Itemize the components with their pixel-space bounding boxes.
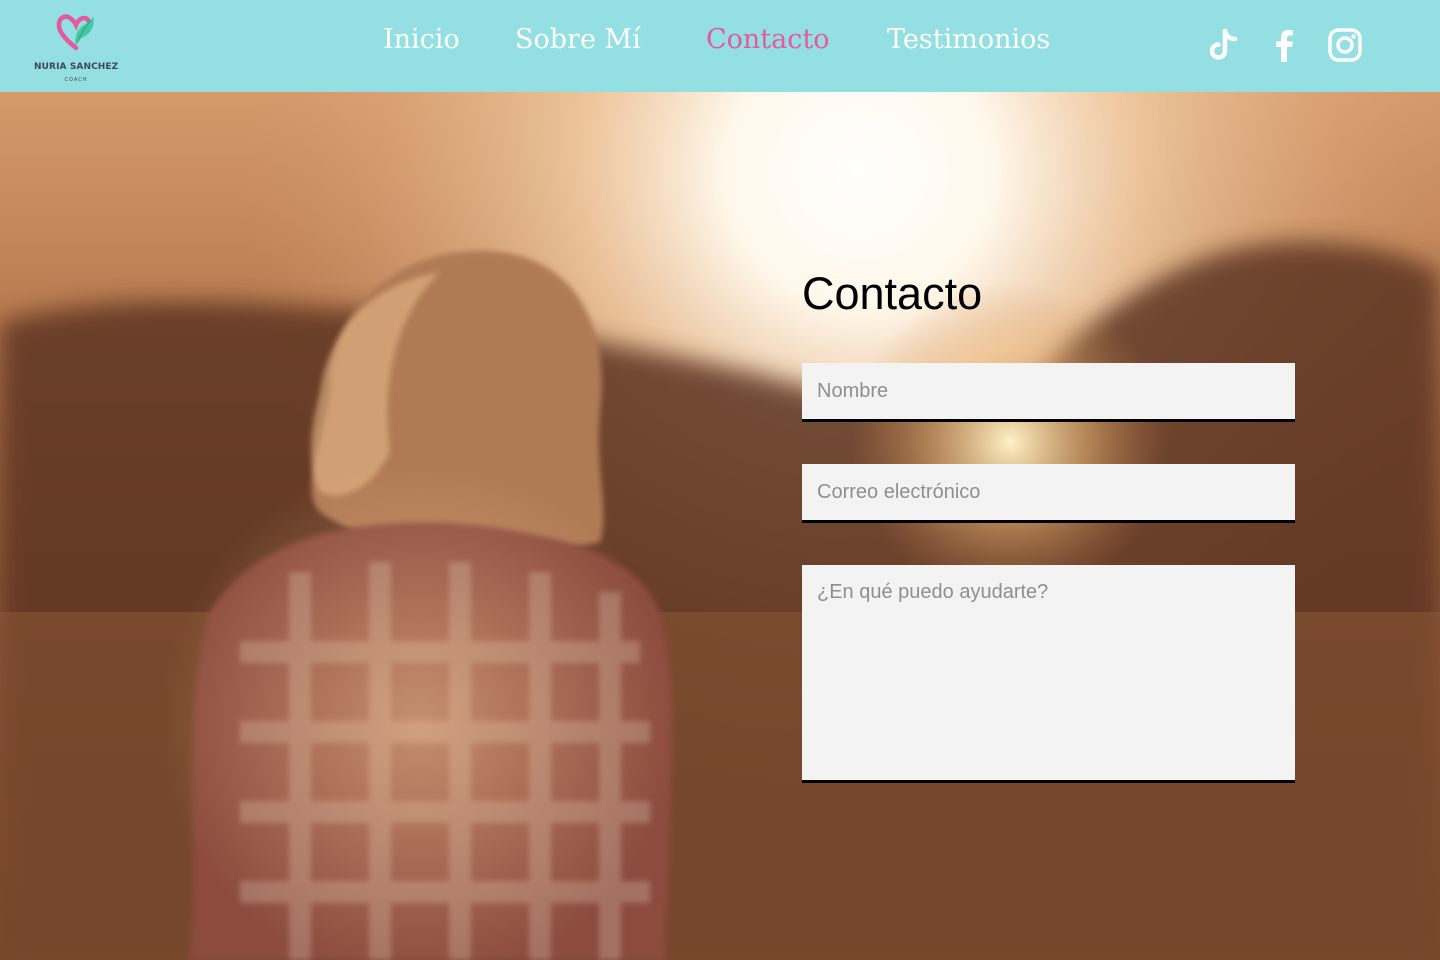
tiktok-icon[interactable]: [1204, 26, 1242, 64]
brand-name: NURIA SANCHEZ: [34, 62, 119, 72]
instagram-icon[interactable]: [1326, 26, 1364, 64]
contact-title: Contacto: [802, 268, 983, 319]
nav-item-testimonios[interactable]: Testimonios: [887, 24, 1050, 55]
nav-item-sobre-mi[interactable]: Sobre Mí: [515, 24, 641, 55]
brand-logo[interactable]: NURIA SANCHEZ COACH: [34, 12, 118, 86]
message-field[interactable]: [802, 565, 1295, 783]
email-field[interactable]: [802, 464, 1295, 523]
hero-section: Contacto: [0, 92, 1440, 960]
nav-item-contacto[interactable]: Contacto: [706, 24, 829, 55]
brand-tagline: COACH: [64, 77, 88, 83]
heart-leaf-icon: [56, 14, 94, 51]
facebook-icon[interactable]: [1265, 26, 1303, 64]
hero-background-image: [0, 92, 1440, 960]
nav-item-inicio[interactable]: Inicio: [383, 24, 460, 55]
site-header: NURIA SANCHEZ COACH Inicio Sobre Mí Cont…: [0, 0, 1440, 92]
name-field[interactable]: [802, 363, 1295, 422]
